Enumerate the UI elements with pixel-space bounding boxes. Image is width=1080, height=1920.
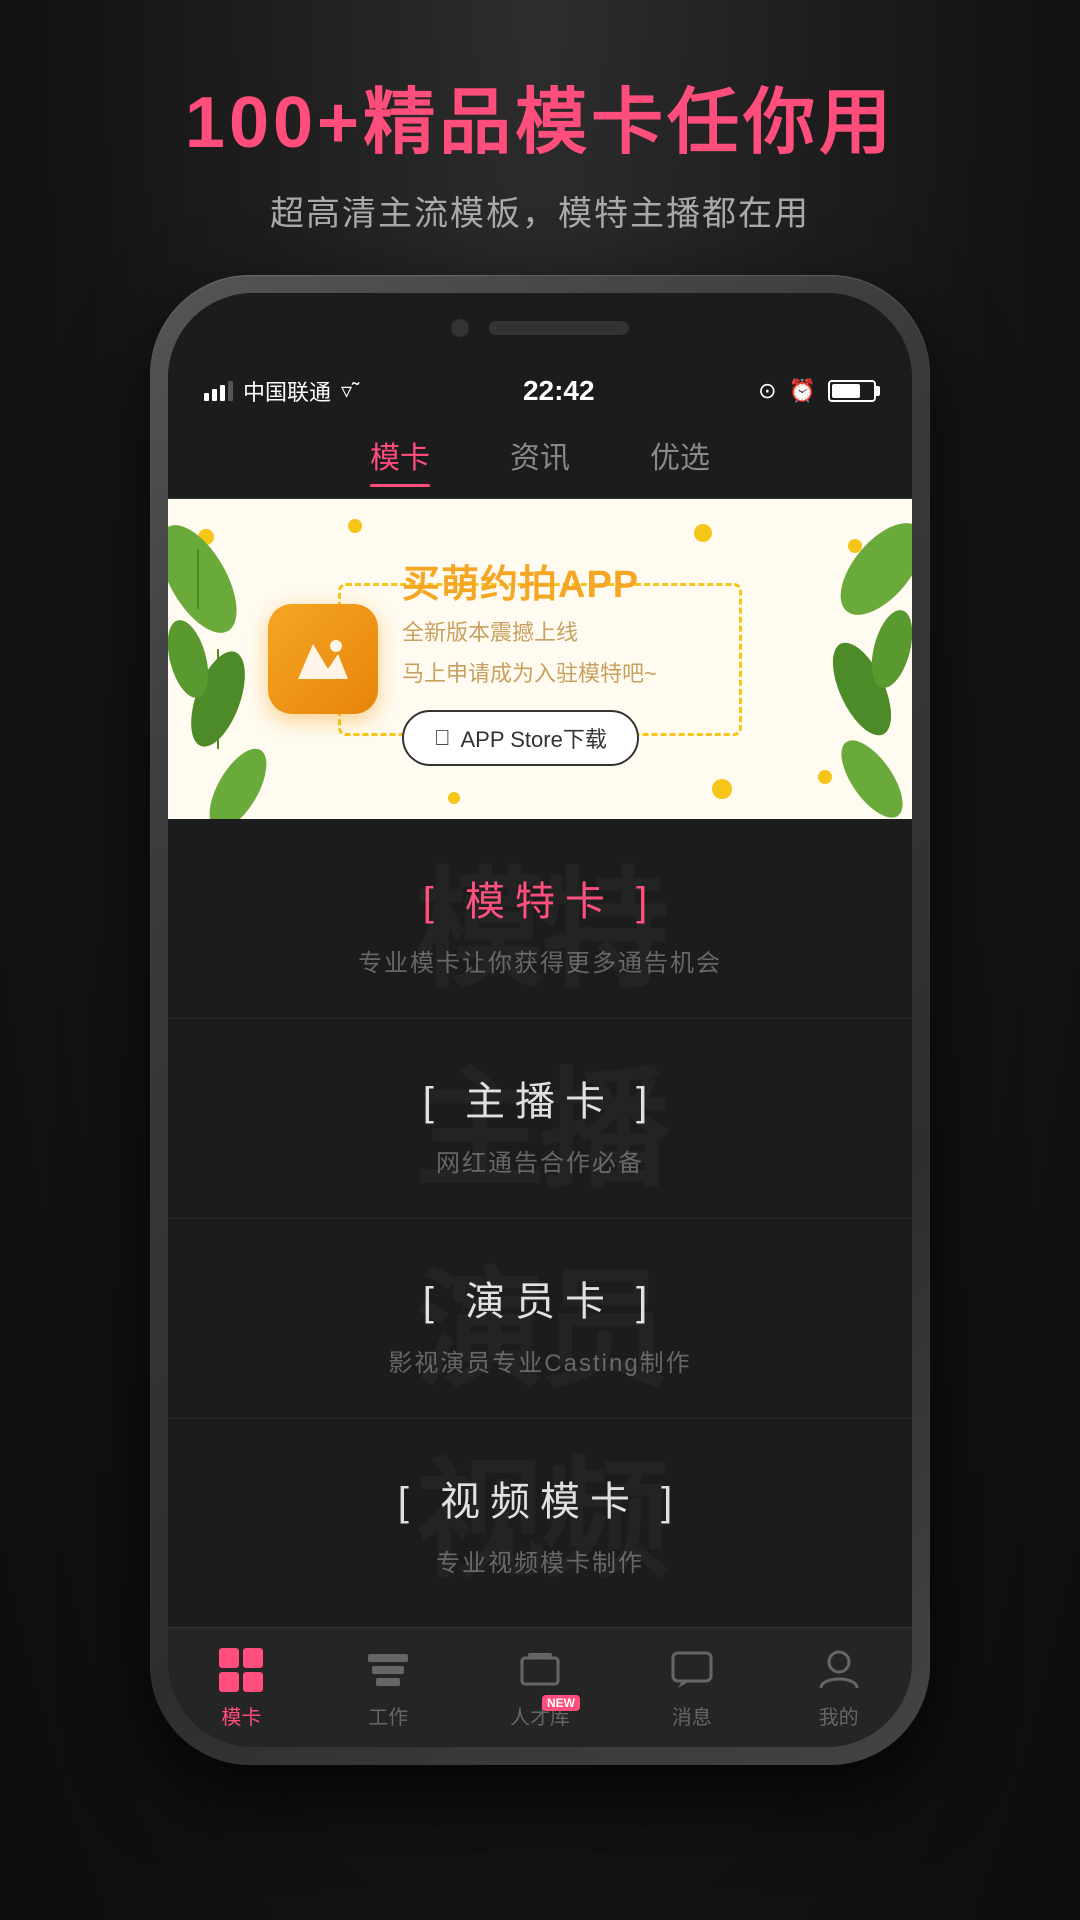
card-sections: 模特 [ 模特卡 ] 专业模卡让你获得更多通告机会 主播 [ 主播卡 ] 网红通… (168, 819, 912, 1627)
signal-bar-3 (220, 385, 225, 401)
dot-2 (348, 519, 362, 533)
card-section-model[interactable]: 模特 [ 模特卡 ] 专业模卡让你获得更多通告机会 (168, 819, 912, 1019)
stack-line-2 (372, 1666, 404, 1674)
signal-bar-4 (228, 381, 233, 401)
apple-icon:  (434, 725, 451, 751)
person-svg (817, 1648, 861, 1692)
status-left: 中国联通 ▿˜ (204, 375, 359, 407)
card-title-anchor: [ 主播卡 ] (423, 1069, 657, 1127)
download-label: APP Store下载 (461, 722, 607, 754)
card-title-video: [ 视频模卡 ] (398, 1469, 682, 1527)
bottom-nav-talent[interactable]: 人才库 NEW (510, 1645, 570, 1730)
bottom-nav-moka[interactable]: 模卡 (216, 1645, 266, 1730)
layers-svg (518, 1650, 562, 1690)
hero-subtitle: 超高清主流模板，模特主播都在用 (185, 186, 895, 235)
grid-cell-3 (219, 1672, 239, 1692)
card-subtitle-anchor: 网红通告合作必备 (436, 1143, 644, 1178)
card-subtitle-actor: 影视演员专业Casting制作 (388, 1343, 691, 1378)
stack-icon-inner (368, 1654, 408, 1686)
bottom-nav-label-moka: 模卡 (221, 1701, 261, 1730)
card-section-anchor[interactable]: 主播 [ 主播卡 ] 网红通告合作必备 (168, 1019, 912, 1219)
bottom-nav: 模卡 工作 (168, 1627, 912, 1747)
grid-cell-1 (219, 1648, 239, 1668)
card-section-video[interactable]: 视频 [ 视频模卡 ] 专业视频模卡制作 (168, 1419, 912, 1599)
tab-moka[interactable]: 模卡 (370, 433, 430, 485)
phone-wrapper: 中国联通 ▿˜ 22:42 ⊙ ⏰ 模卡 资讯 (145, 275, 935, 1920)
grid-icon (216, 1645, 266, 1695)
person-icon (814, 1645, 864, 1695)
bottom-nav-label-message: 消息 (672, 1701, 712, 1730)
grid-cell-2 (243, 1648, 263, 1668)
phone-speaker (489, 321, 629, 335)
new-badge: NEW (542, 1695, 580, 1711)
grid-cell-4 (243, 1672, 263, 1692)
wifi-icon: ▿˜ (341, 378, 359, 404)
signal-bars (204, 381, 233, 401)
card-title-model: [ 模特卡 ] (423, 869, 657, 927)
bottom-nav-work[interactable]: 工作 (363, 1645, 413, 1730)
status-right: ⊙ ⏰ (758, 378, 876, 404)
dot-3 (694, 524, 712, 542)
page-content: 100+精品模卡任你用 超高清主流模板，模特主播都在用 (0, 0, 1080, 1920)
hero-section: 100+精品模卡任你用 超高清主流模板，模特主播都在用 (185, 0, 895, 275)
banner-sub-line1: 全新版本震撼上线 (402, 616, 657, 649)
banner-center: 买萌约拍APP 全新版本震撼上线 马上申请成为入驻模特吧~  APP Stor… (218, 553, 862, 766)
stack-line-1 (368, 1654, 408, 1662)
battery-fill (832, 384, 860, 398)
banner-main-title: 买萌约拍APP (402, 553, 657, 608)
dot-6 (712, 779, 732, 799)
nav-tabs: 模卡 资讯 优选 (168, 419, 912, 499)
bottom-nav-label-work: 工作 (368, 1701, 408, 1730)
phone-camera-dot (451, 319, 469, 337)
at-icon: ⊙ (758, 378, 776, 404)
grid-icon-inner (219, 1648, 263, 1692)
banner: 买萌约拍APP 全新版本震撼上线 马上申请成为入驻模特吧~  APP Stor… (168, 499, 912, 819)
signal-bar-2 (212, 389, 217, 401)
status-bar: 中国联通 ▿˜ 22:42 ⊙ ⏰ (168, 363, 912, 419)
bottom-nav-message[interactable]: 消息 (667, 1645, 717, 1730)
phone-outer: 中国联通 ▿˜ 22:42 ⊙ ⏰ 模卡 资讯 (150, 275, 930, 1765)
chat-svg (670, 1650, 714, 1690)
download-button[interactable]:  APP Store下载 (402, 710, 639, 766)
phone-content: 买萌约拍APP 全新版本震撼上线 马上申请成为入驻模特吧~  APP Stor… (168, 499, 912, 1747)
hero-title: 100+精品模卡任你用 (185, 80, 895, 166)
bottom-nav-label-mine: 我的 (819, 1701, 859, 1730)
bottom-nav-mine[interactable]: 我的 (814, 1645, 864, 1730)
status-time: 22:42 (523, 375, 595, 407)
card-subtitle-model: 专业模卡让你获得更多通告机会 (358, 943, 722, 978)
layers-icon (515, 1645, 565, 1695)
phone-inner: 中国联通 ▿˜ 22:42 ⊙ ⏰ 模卡 资讯 (168, 293, 912, 1747)
chat-icon (667, 1645, 717, 1695)
card-title-actor: [ 演员卡 ] (423, 1269, 657, 1327)
card-subtitle-video: 专业视频模卡制作 (436, 1543, 644, 1578)
status-carrier: 中国联通 (243, 375, 331, 407)
dot-8 (448, 792, 460, 804)
talent-label-wrapper: 人才库 NEW (510, 1701, 570, 1730)
stack-icon (363, 1645, 413, 1695)
banner-sub-line2: 马上申请成为入驻模特吧~ (402, 657, 657, 690)
card-section-actor[interactable]: 演员 [ 演员卡 ] 影视演员专业Casting制作 (168, 1219, 912, 1419)
tab-youxuan[interactable]: 优选 (650, 433, 710, 485)
signal-bar-1 (204, 393, 209, 401)
alarm-icon: ⏰ (789, 378, 816, 404)
battery-icon (828, 380, 876, 402)
app-icon (268, 604, 378, 714)
banner-text: 买萌约拍APP 全新版本震撼上线 马上申请成为入驻模特吧~  APP Stor… (402, 553, 657, 766)
phone-top-bar (168, 293, 912, 363)
app-logo-svg (288, 624, 358, 694)
stack-line-3 (376, 1678, 400, 1686)
tab-zixun[interactable]: 资讯 (510, 433, 570, 485)
